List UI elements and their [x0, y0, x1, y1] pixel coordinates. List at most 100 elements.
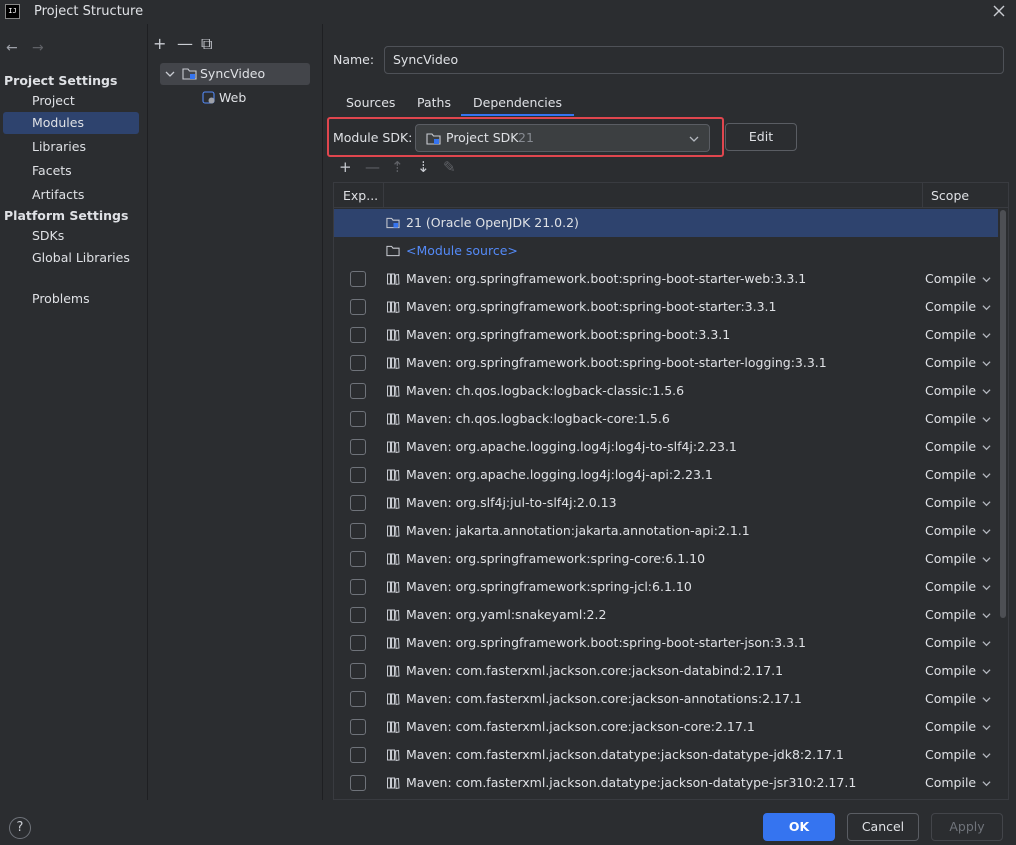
export-checkbox[interactable]	[350, 495, 366, 511]
scope-dropdown[interactable]: Compile	[925, 433, 976, 461]
scope-dropdown[interactable]: Compile	[925, 489, 976, 517]
scope-dropdown[interactable]: Compile	[925, 405, 976, 433]
chevron-down-icon[interactable]	[982, 499, 991, 508]
dependency-row[interactable]: Maven: org.apache.logging.log4j:log4j-ap…	[334, 461, 998, 489]
scope-dropdown[interactable]: Compile	[925, 461, 976, 489]
chevron-down-icon[interactable]	[982, 443, 991, 452]
column-export[interactable]: Exp...	[343, 183, 378, 208]
dependency-row[interactable]: Maven: org.springframework.boot:spring-b…	[334, 293, 998, 321]
copy-module-icon[interactable]: ⧉	[201, 34, 225, 54]
scope-dropdown[interactable]: Compile	[925, 601, 976, 629]
export-checkbox[interactable]	[350, 719, 366, 735]
dependency-row[interactable]: Maven: org.springframework.boot:spring-b…	[334, 629, 998, 657]
remove-module-icon[interactable]: —	[177, 34, 201, 53]
dependency-row[interactable]: Maven: com.fasterxml.jackson.datatype:ja…	[334, 741, 998, 769]
dependency-row[interactable]: Maven: com.fasterxml.jackson.datatype:ja…	[334, 769, 998, 797]
export-checkbox[interactable]	[350, 775, 366, 791]
scope-dropdown[interactable]: Compile	[925, 713, 976, 741]
scope-dropdown[interactable]: Compile	[925, 685, 976, 713]
scope-dropdown[interactable]: Compile	[925, 545, 976, 573]
help-button[interactable]: ?	[9, 817, 31, 839]
move-up-icon[interactable]: ⇡	[391, 158, 417, 176]
chevron-down-icon[interactable]	[982, 667, 991, 676]
scope-dropdown[interactable]: Compile	[925, 321, 976, 349]
export-checkbox[interactable]	[350, 439, 366, 455]
chevron-down-icon[interactable]	[982, 387, 991, 396]
tab-sources[interactable]: Sources	[334, 90, 407, 116]
sidebar-item-project[interactable]: Project	[3, 90, 139, 112]
sidebar-item-sdks[interactable]: SDKs	[3, 225, 139, 247]
scope-dropdown[interactable]: Compile	[925, 629, 976, 657]
export-checkbox[interactable]	[350, 635, 366, 651]
sidebar-item-libraries[interactable]: Libraries	[3, 136, 139, 158]
export-checkbox[interactable]	[350, 467, 366, 483]
dependency-row[interactable]: Maven: org.apache.logging.log4j:log4j-to…	[334, 433, 998, 461]
scope-dropdown[interactable]: Compile	[925, 377, 976, 405]
dependency-row[interactable]: Maven: org.slf4j:jul-to-slf4j:2.0.13 Comp…	[334, 489, 998, 517]
dependency-row[interactable]: Maven: ch.qos.logback:logback-classic:1.…	[334, 377, 998, 405]
close-icon[interactable]	[990, 2, 1008, 20]
scope-dropdown[interactable]: Compile	[925, 293, 976, 321]
chevron-down-icon[interactable]	[982, 751, 991, 760]
apply-button[interactable]: Apply	[931, 813, 1003, 841]
table-scrollbar[interactable]	[1000, 210, 1006, 618]
chevron-down-icon[interactable]	[982, 303, 991, 312]
dependency-row[interactable]: Maven: jakarta.annotation:jakarta.annota…	[334, 517, 998, 545]
tab-dependencies[interactable]: Dependencies	[461, 90, 574, 116]
dependency-row[interactable]: Maven: com.fasterxml.jackson.core:jackso…	[334, 685, 998, 713]
tab-paths[interactable]: Paths	[405, 90, 463, 116]
edit-sdk-button[interactable]: Edit	[725, 123, 797, 151]
cancel-button[interactable]: Cancel	[847, 813, 919, 841]
export-checkbox[interactable]	[350, 691, 366, 707]
export-checkbox[interactable]	[350, 411, 366, 427]
chevron-down-icon[interactable]	[982, 695, 991, 704]
chevron-down-icon[interactable]	[982, 723, 991, 732]
dependency-row[interactable]: Maven: org.springframework.boot:spring-b…	[334, 265, 998, 293]
add-module-icon[interactable]: +	[153, 34, 177, 53]
tree-item-module[interactable]: SyncVideo	[160, 63, 310, 85]
back-arrow-icon[interactable]: ←	[6, 40, 24, 56]
export-checkbox[interactable]	[350, 747, 366, 763]
chevron-down-icon[interactable]	[982, 611, 991, 620]
sidebar-item-global-libraries[interactable]: Global Libraries	[3, 247, 139, 269]
remove-dependency-icon[interactable]: —	[365, 158, 391, 176]
sidebar-item-modules[interactable]: Modules	[3, 112, 139, 134]
column-scope[interactable]: Scope	[931, 183, 969, 208]
scope-dropdown[interactable]: Compile	[925, 769, 976, 797]
chevron-down-icon[interactable]	[982, 331, 991, 340]
dependency-row[interactable]: Maven: org.springframework:spring-core:6…	[334, 545, 998, 573]
chevron-down-icon[interactable]	[982, 359, 991, 368]
export-checkbox[interactable]	[350, 579, 366, 595]
ok-button[interactable]: OK	[763, 813, 835, 841]
move-down-icon[interactable]: ⇣	[417, 158, 443, 176]
forward-arrow-icon[interactable]: →	[32, 40, 50, 56]
chevron-down-icon[interactable]	[982, 779, 991, 788]
chevron-down-icon[interactable]	[982, 555, 991, 564]
export-checkbox[interactable]	[350, 607, 366, 623]
chevron-down-icon[interactable]	[982, 471, 991, 480]
module-name-field[interactable]: SyncVideo	[384, 46, 1004, 74]
chevron-down-icon[interactable]	[982, 527, 991, 536]
scope-dropdown[interactable]: Compile	[925, 517, 976, 545]
tree-item-web-facet[interactable]: Web	[200, 87, 280, 109]
chevron-down-icon[interactable]	[982, 583, 991, 592]
dependency-row[interactable]: Maven: org.springframework:spring-jcl:6.…	[334, 573, 998, 601]
chevron-down-icon[interactable]	[982, 415, 991, 424]
sidebar-item-facets[interactable]: Facets	[3, 160, 139, 182]
chevron-down-icon[interactable]	[165, 69, 175, 79]
export-checkbox[interactable]	[350, 663, 366, 679]
export-checkbox[interactable]	[350, 383, 366, 399]
chevron-down-icon[interactable]	[982, 639, 991, 648]
dependency-row[interactable]: Maven: org.springframework.boot:spring-b…	[334, 321, 998, 349]
export-checkbox[interactable]	[350, 271, 366, 287]
sidebar-item-problems[interactable]: Problems	[3, 288, 139, 310]
sdk-dependency-row[interactable]: 21 (Oracle OpenJDK 21.0.2)	[334, 209, 998, 237]
dependency-row[interactable]: Maven: org.springframework.boot:spring-b…	[334, 349, 998, 377]
dependency-row[interactable]: Maven: com.fasterxml.jackson.core:jackso…	[334, 657, 998, 685]
add-dependency-icon[interactable]: +	[339, 158, 365, 176]
scope-dropdown[interactable]: Compile	[925, 657, 976, 685]
module-source-row[interactable]: <Module source>	[334, 237, 998, 265]
scope-dropdown[interactable]: Compile	[925, 265, 976, 293]
module-sdk-dropdown[interactable]: Project SDK 21	[415, 124, 710, 152]
sidebar-item-artifacts[interactable]: Artifacts	[3, 184, 139, 206]
